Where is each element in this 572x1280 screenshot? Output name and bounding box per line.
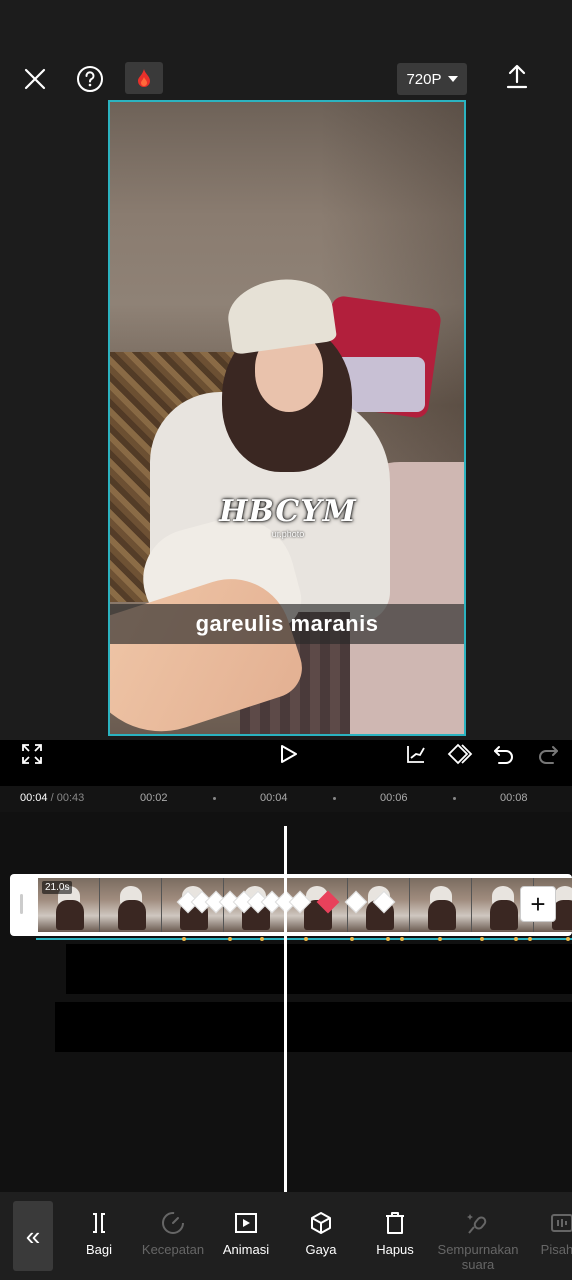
text-track[interactable] [55,1002,572,1052]
redo-icon[interactable] [534,740,562,768]
time-ruler[interactable]: 00:04 / 00:43 00:02 00:04 00:06 00:08 [0,786,572,812]
beat-marker [182,937,186,941]
resolution-dropdown[interactable]: 720P [397,63,467,95]
fire-icon[interactable] [125,62,163,94]
speed-icon [162,1212,184,1234]
clip-frame [410,878,472,932]
resolution-label: 720P [406,70,442,88]
subtitle-text: gareulis maranis [195,611,379,636]
tool-label: Gaya [305,1242,337,1257]
beat-marker [260,937,264,941]
watermark-logo[interactable]: HBCYM ur.photo [219,476,356,556]
tool-label: Bagi [85,1242,113,1257]
tool-animation[interactable]: Animasi [206,1210,286,1257]
ruler-tick: 00:04 [260,792,288,804]
current-time: 00:04 [20,792,48,804]
beat-marker [400,937,404,941]
play-icon[interactable] [274,740,302,768]
beat-marker [438,937,442,941]
ruler-tick: 00:06 [380,792,408,804]
tool-label: Animasi [222,1242,270,1257]
undo-icon[interactable] [490,740,518,768]
top-bar: 720P [0,0,572,100]
beat-marker [528,937,532,941]
ruler-tick: 00:02 [140,792,168,804]
time-readout: 00:04 / 00:43 [20,792,84,804]
add-clip-button[interactable]: + [520,886,556,922]
beat-marker [514,937,518,941]
beat-marker [304,937,308,941]
fullscreen-icon[interactable] [18,740,46,768]
tool-speed[interactable]: Kecepatan [133,1210,213,1257]
enhance-voice-icon [467,1214,487,1234]
export-icon[interactable] [500,60,534,94]
keyframe-add-icon[interactable] [446,740,474,768]
ruler-tick: 00:08 [500,792,528,804]
close-icon[interactable] [18,62,52,96]
tool-delete[interactable]: Hapus [355,1210,435,1257]
clip-trim-handle[interactable] [20,894,23,914]
total-time: 00:43 [56,792,85,804]
playhead[interactable] [284,826,287,1192]
overlay-track[interactable] [66,944,572,994]
help-icon[interactable] [73,62,107,96]
tool-label: Pisah s [540,1242,572,1257]
tool-label: Sempurnakan suara [437,1242,519,1272]
tool-split[interactable]: Bagi [59,1210,139,1257]
delete-icon [386,1212,404,1234]
tool-separate-audio[interactable]: Pisah s [522,1210,572,1257]
video-preview[interactable]: HBCYM ur.photo gareulis maranis [108,100,466,736]
beat-marker [480,937,484,941]
watermark-sub: ur.photo [271,528,305,539]
video-track-clip[interactable]: 21.0s [10,874,572,936]
ruler-dot [453,797,456,800]
beat-marker [350,937,354,941]
subtitle-overlay[interactable]: gareulis maranis [110,604,464,644]
keyframe-graph-icon[interactable] [402,740,430,768]
clip-duration-badge: 21.0s [42,881,73,894]
beat-marker [386,937,390,941]
watermark-main: HBCYM [219,493,357,529]
bottom-toolbar: « Bagi Kecepatan Animasi Gaya Hapus Semp… [0,1192,572,1280]
collapse-toolbar-button[interactable]: « [13,1201,53,1271]
chevron-down-icon [447,76,458,82]
ruler-dot [213,797,216,800]
beat-marker [566,937,570,941]
clip-frame [100,878,162,932]
tool-enhance-voice[interactable]: Sempurnakan suara [438,1210,518,1272]
animation-icon [235,1213,257,1233]
ruler-dot [333,797,336,800]
tool-label: Kecepatan [141,1242,205,1257]
beat-marker [228,937,232,941]
style-cube-icon [311,1212,331,1234]
time-separator: / [47,792,57,804]
separate-audio-icon [551,1214,572,1232]
tool-style[interactable]: Gaya [281,1210,361,1257]
tool-label: Hapus [376,1242,414,1257]
split-icon [93,1213,105,1233]
